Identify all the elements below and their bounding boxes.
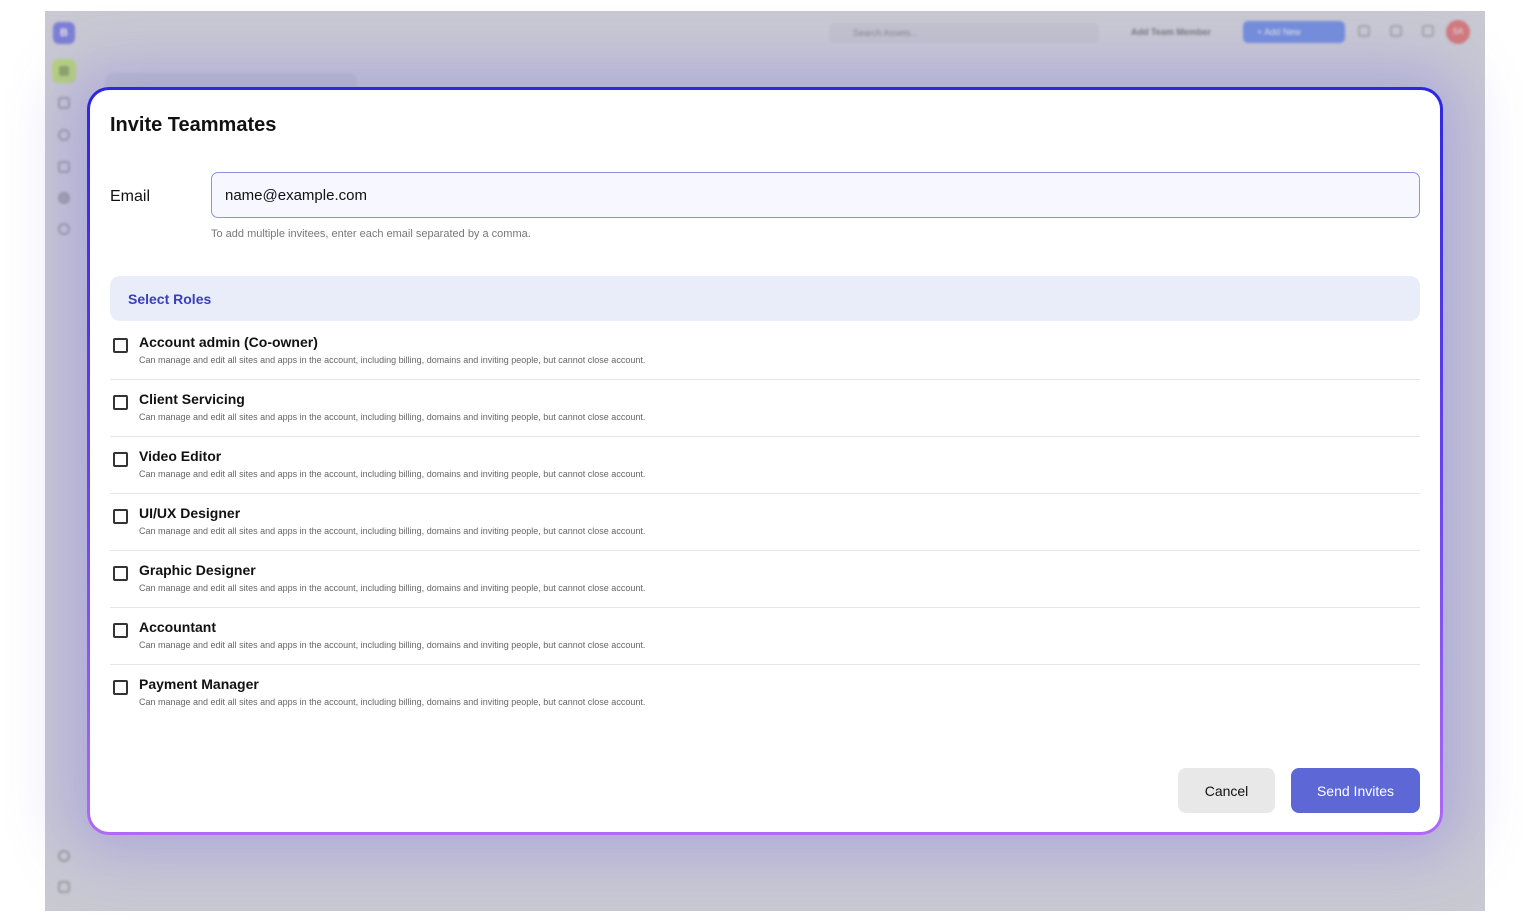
- sidebar-item-icon: [58, 97, 70, 109]
- role-title: Video Editor: [139, 448, 222, 464]
- role-row-accountant: Accountant Can manage and edit all sites…: [110, 608, 1420, 665]
- role-checkbox[interactable]: [113, 395, 128, 410]
- role-description: Can manage and edit all sites and apps i…: [139, 583, 646, 593]
- roles-header: Select Roles: [110, 276, 1420, 321]
- clock-icon: [58, 223, 70, 235]
- document-icon: [58, 161, 70, 173]
- email-input[interactable]: [211, 172, 1420, 218]
- add-team-member-button: Add Team Member: [1131, 27, 1211, 37]
- notification-icon: [1390, 25, 1402, 37]
- role-row-payment-manager: Payment Manager Can manage and edit all …: [110, 665, 1420, 721]
- role-description: Can manage and edit all sites and apps i…: [139, 355, 646, 365]
- modal-body: Invite Teammates Email To add multiple i…: [90, 90, 1440, 832]
- roles-header-label: Select Roles: [128, 291, 212, 307]
- roles-list: Account admin (Co-owner) Can manage and …: [110, 323, 1420, 721]
- fullscreen-icon: [1358, 25, 1370, 37]
- role-checkbox[interactable]: [113, 338, 128, 353]
- topbar-search-input: Search Assets...: [829, 23, 1099, 43]
- modal-title: Invite Teammates: [110, 114, 277, 136]
- collapse-icon: [58, 881, 70, 893]
- cancel-button[interactable]: Cancel: [1178, 768, 1275, 813]
- sidebar-item-dashboard: [52, 59, 76, 83]
- role-description: Can manage and edit all sites and apps i…: [139, 526, 646, 536]
- role-description: Can manage and edit all sites and apps i…: [139, 697, 646, 707]
- send-invites-button[interactable]: Send Invites: [1291, 768, 1420, 813]
- role-title: Graphic Designer: [139, 562, 256, 578]
- role-title: Account admin (Co-owner): [139, 334, 318, 350]
- role-row-ui-ux-designer: UI/UX Designer Can manage and edit all s…: [110, 494, 1420, 551]
- role-checkbox[interactable]: [113, 623, 128, 638]
- sidebar: B: [45, 11, 85, 911]
- role-checkbox[interactable]: [113, 680, 128, 695]
- role-description: Can manage and edit all sites and apps i…: [139, 469, 646, 479]
- search-icon: [58, 129, 70, 141]
- role-title: Payment Manager: [139, 676, 259, 692]
- role-row-client-servicing: Client Servicing Can manage and edit all…: [110, 380, 1420, 437]
- email-label: Email: [110, 188, 151, 205]
- help-icon: [58, 850, 70, 862]
- role-title: UI/UX Designer: [139, 505, 241, 521]
- settings-icon: [58, 192, 70, 204]
- role-checkbox[interactable]: [113, 452, 128, 467]
- invite-teammates-modal: Invite Teammates Email To add multiple i…: [87, 87, 1443, 835]
- role-description: Can manage and edit all sites and apps i…: [139, 640, 646, 650]
- app-logo: B: [53, 22, 75, 44]
- role-row-graphic-designer: Graphic Designer Can manage and edit all…: [110, 551, 1420, 608]
- role-checkbox[interactable]: [113, 509, 128, 524]
- role-checkbox[interactable]: [113, 566, 128, 581]
- role-row-account-admin: Account admin (Co-owner) Can manage and …: [110, 323, 1420, 380]
- role-title: Client Servicing: [139, 391, 245, 407]
- role-row-video-editor: Video Editor Can manage and edit all sit…: [110, 437, 1420, 494]
- add-new-button: + Add New: [1243, 21, 1345, 43]
- bell-icon: [1422, 25, 1434, 37]
- avatar: SA: [1446, 20, 1470, 44]
- email-hint: To add multiple invitees, enter each ema…: [211, 228, 531, 240]
- role-description: Can manage and edit all sites and apps i…: [139, 412, 646, 422]
- role-title: Accountant: [139, 619, 216, 635]
